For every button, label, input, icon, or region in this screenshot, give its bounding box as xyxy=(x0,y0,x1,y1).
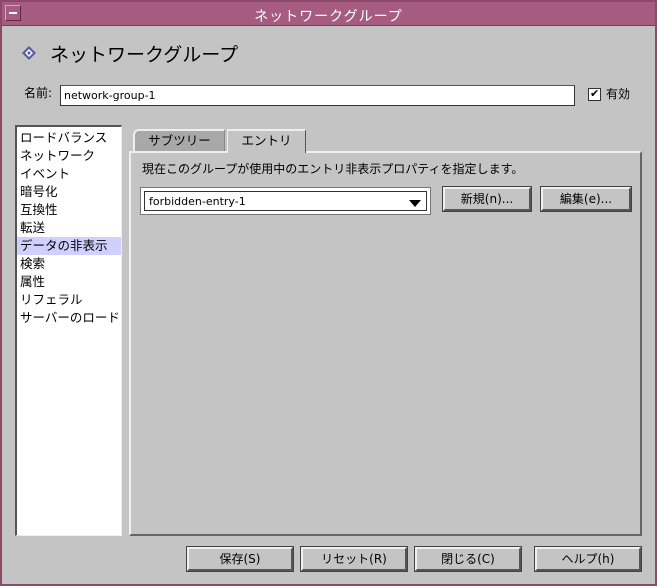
sidebar-item-referral[interactable]: リフェラル xyxy=(17,291,121,309)
reset-button[interactable]: リセット(R) xyxy=(300,546,408,572)
close-button[interactable]: 閉じる(C) xyxy=(414,546,522,572)
name-label: 名前: xyxy=(24,86,53,100)
dropdown-field[interactable]: forbidden-entry-1 xyxy=(144,191,427,211)
new-button[interactable]: 新規(n)... xyxy=(442,186,532,212)
sidebar-item-forwarding[interactable]: 転送 xyxy=(17,219,121,237)
tab-subtree[interactable]: サブツリー xyxy=(133,129,225,151)
sidebar-item-events[interactable]: イベント xyxy=(17,165,121,183)
entry-dropdown[interactable]: forbidden-entry-1 xyxy=(140,187,431,215)
sidebar-item-data-hiding[interactable]: データの非表示 xyxy=(17,237,121,255)
help-button[interactable]: ヘルプ(h) xyxy=(534,546,642,572)
category-list[interactable]: ロードバランス ネットワーク イベント 暗号化 互換性 転送 データの非表示 検… xyxy=(15,125,122,536)
sidebar-item-encryption[interactable]: 暗号化 xyxy=(17,183,121,201)
sidebar-item-search[interactable]: 検索 xyxy=(17,255,121,273)
chevron-down-icon[interactable] xyxy=(409,200,421,207)
panel-description: 現在このグループが使用中のエントリ非表示プロパティを指定します。 xyxy=(142,162,524,176)
sidebar-item-compatibility[interactable]: 互換性 xyxy=(17,201,121,219)
window-title: ネットワークグループ xyxy=(254,9,403,25)
enabled-checkbox[interactable] xyxy=(588,87,601,101)
edit-button[interactable]: 編集(e)... xyxy=(540,186,632,212)
diamond-icon xyxy=(22,46,36,60)
name-input[interactable] xyxy=(60,85,575,106)
dropdown-value: forbidden-entry-1 xyxy=(149,195,246,208)
save-button[interactable]: 保存(S) xyxy=(186,546,294,572)
sidebar-item-network[interactable]: ネットワーク xyxy=(17,147,121,165)
sidebar-item-server-load[interactable]: サーバーのロード xyxy=(17,309,121,327)
tab-entry[interactable]: エントリ xyxy=(227,129,306,153)
title-bar[interactable]: ネットワークグループ xyxy=(2,2,655,26)
sidebar-item-attributes[interactable]: 属性 xyxy=(17,273,121,291)
page-title: ネットワークグループ xyxy=(50,44,239,66)
enabled-label: 有効 xyxy=(606,87,631,101)
sidebar-item-load-balance[interactable]: ロードバランス xyxy=(17,129,121,147)
